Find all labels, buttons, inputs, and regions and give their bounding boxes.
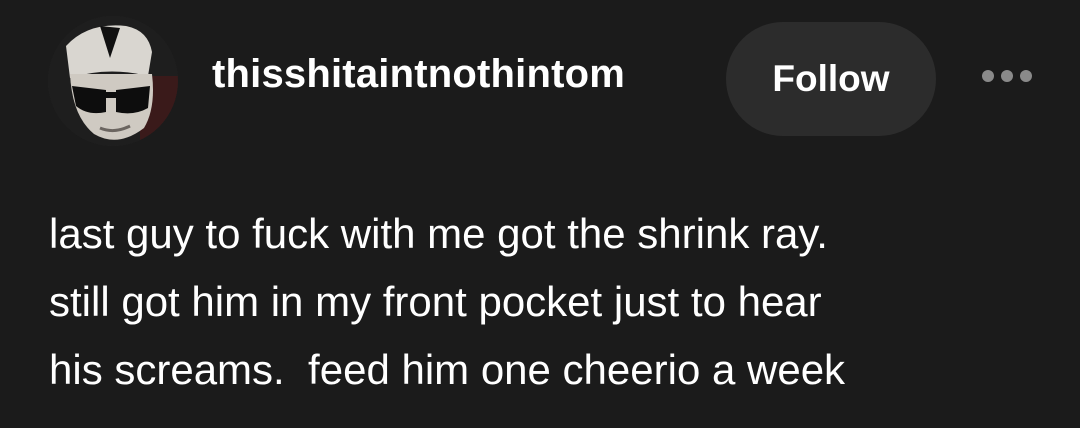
username[interactable]: thisshitaintnothintom (212, 52, 625, 97)
ellipsis-dot (982, 70, 994, 82)
post-body-line: last guy to fuck with me got the shrink … (49, 210, 828, 257)
ellipsis-dot (1001, 70, 1013, 82)
avatar[interactable] (48, 16, 178, 146)
post-body-line: still got him in my front pocket just to… (49, 278, 822, 325)
post-body-line: his screams. feed him one cheerio a week (49, 346, 846, 393)
post-body: last guy to fuck with me got the shrink … (49, 200, 1049, 404)
follow-button[interactable]: Follow (726, 22, 936, 136)
ellipsis-icon[interactable] (982, 64, 1032, 88)
ellipsis-dot (1020, 70, 1032, 82)
post-card: thisshitaintnothintom Follow last guy to… (0, 0, 1080, 428)
avatar-image (48, 16, 178, 146)
post-header: thisshitaintnothintom Follow (48, 14, 1048, 146)
